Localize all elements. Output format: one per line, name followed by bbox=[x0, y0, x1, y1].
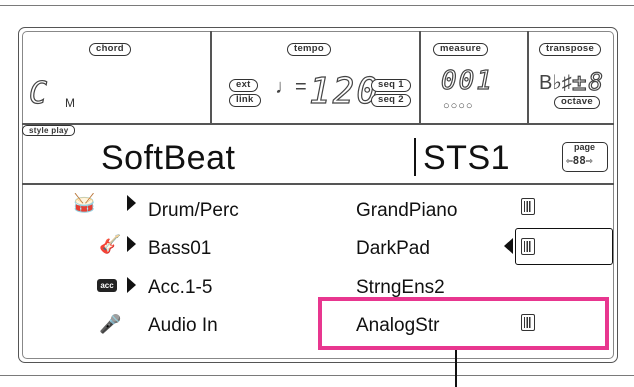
transpose-tag: transpose bbox=[539, 43, 602, 56]
sts-divider bbox=[414, 138, 416, 176]
transpose-accidentals: B♭♯ bbox=[539, 72, 572, 94]
bottom-rule bbox=[0, 375, 634, 376]
transpose-value: ±8 bbox=[571, 67, 605, 96]
tempo-measure-divider bbox=[419, 31, 421, 123]
top-rule bbox=[0, 5, 634, 6]
style-name[interactable]: SoftBeat bbox=[101, 139, 235, 178]
keyboard-icon bbox=[521, 198, 535, 215]
chord-tag: chord bbox=[89, 43, 131, 56]
acc-icon: acc bbox=[97, 279, 117, 292]
keyboard-icon bbox=[521, 238, 535, 255]
acc-arrow-icon bbox=[127, 277, 136, 293]
chord-suffix: M bbox=[65, 96, 75, 110]
style-area-divider bbox=[22, 183, 614, 185]
audio-in-label: Audio In bbox=[148, 315, 218, 336]
darkpad-label: DarkPad bbox=[356, 238, 430, 259]
bass-guitar-icon: 🎸 bbox=[99, 234, 122, 254]
drum-perc-icon: 🥁 bbox=[73, 193, 96, 213]
grandpiano-label: GrandPiano bbox=[356, 200, 458, 221]
page-value: ⇦88⇨ bbox=[566, 154, 593, 167]
tempo-note-icon: ♩= bbox=[275, 76, 307, 98]
audio-in-icon: 🎤 bbox=[99, 314, 122, 334]
chord-tempo-divider bbox=[210, 31, 212, 123]
bass-arrow-icon bbox=[127, 236, 136, 252]
sts-name[interactable]: STS1 bbox=[423, 139, 510, 178]
drum-perc-arrow-icon bbox=[127, 195, 136, 211]
page-box[interactable]: page ⇦88⇨ bbox=[562, 142, 608, 172]
analogstr-highlight-box bbox=[318, 297, 609, 350]
measure-transpose-divider bbox=[527, 31, 529, 123]
tempo-value: 120 bbox=[308, 70, 381, 112]
ext-tag[interactable]: ext bbox=[229, 79, 258, 92]
seq1-tag[interactable]: seq 1 bbox=[371, 79, 411, 92]
callout-line bbox=[455, 350, 457, 387]
drum-perc-label: Drum/Perc bbox=[148, 200, 239, 221]
top-bar-divider bbox=[22, 123, 614, 125]
measure-beats: ○○○○ bbox=[443, 100, 474, 112]
tempo-tag: tempo bbox=[287, 43, 331, 56]
page-tag: page bbox=[574, 142, 596, 152]
chord-value: C bbox=[28, 75, 50, 111]
selection-arrow-icon bbox=[504, 238, 513, 254]
measure-value: 001 bbox=[440, 65, 494, 96]
acc-label: Acc.1-5 bbox=[148, 277, 213, 298]
style-play-tag: style play bbox=[22, 125, 76, 136]
bass-label: Bass01 bbox=[148, 238, 212, 259]
strngens2-label: StrngEns2 bbox=[356, 277, 445, 298]
seq2-tag[interactable]: seq 2 bbox=[371, 94, 411, 107]
octave-tag[interactable]: octave bbox=[554, 96, 600, 109]
link-tag[interactable]: link bbox=[229, 94, 261, 107]
measure-tag: measure bbox=[433, 43, 489, 56]
